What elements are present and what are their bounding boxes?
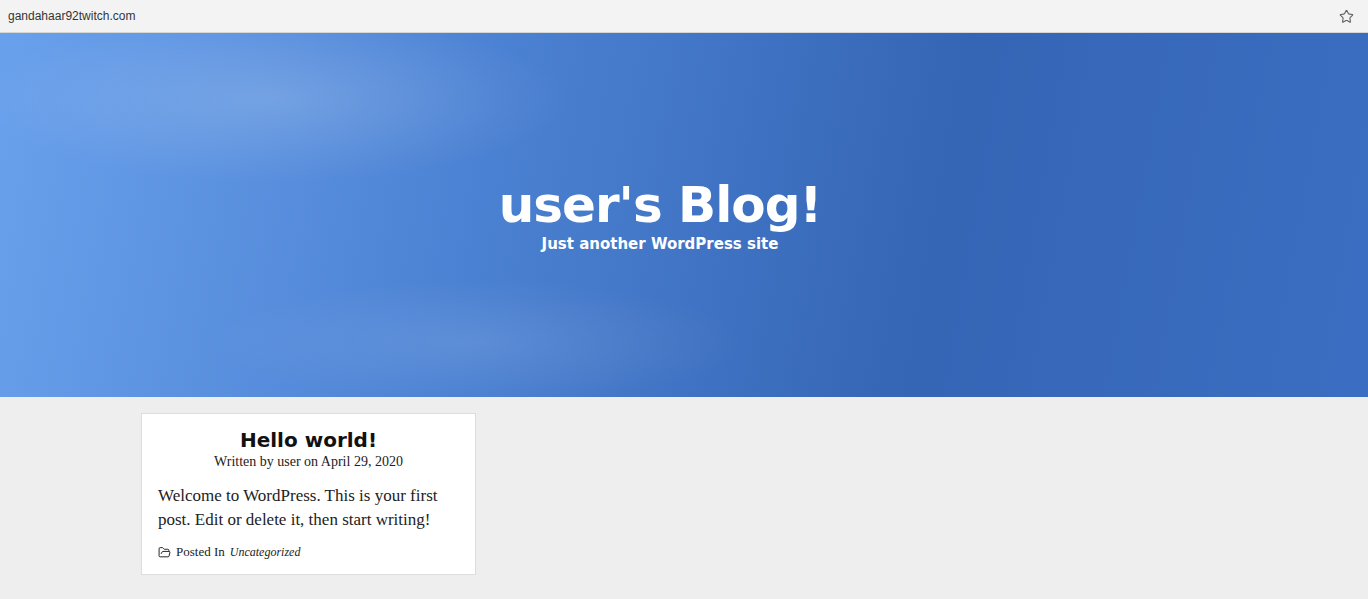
post-excerpt: Welcome to WordPress. This is your first… [158,484,459,532]
address-bar[interactable]: gandahaar92twitch.com [0,0,1368,33]
page: gandahaar92twitch.com user's Blog!Just an… [0,0,1368,599]
category-link[interactable]: Uncategorized [230,545,301,560]
folder-icon [158,546,171,559]
bookmark-button[interactable] [1339,9,1354,24]
site-title[interactable]: user's Blog! [499,177,822,235]
site-tagline: Just another WordPress site [542,235,779,253]
url[interactable]: gandahaar92twitch.com [8,9,135,23]
post-card: Hello world! Written by user on April 29,… [141,413,476,575]
star-icon[interactable] [1339,9,1354,24]
site-header: user's Blog!Just another WordPress site [0,33,1368,397]
post-byline: Written by user on April 29, 2020 [158,454,459,470]
post-category: Posted In Uncategorized [158,544,459,560]
post-list: Hello world! Written by user on April 29,… [0,397,1368,575]
category-label: Posted In [176,544,225,560]
post-title[interactable]: Hello world! [158,428,459,452]
